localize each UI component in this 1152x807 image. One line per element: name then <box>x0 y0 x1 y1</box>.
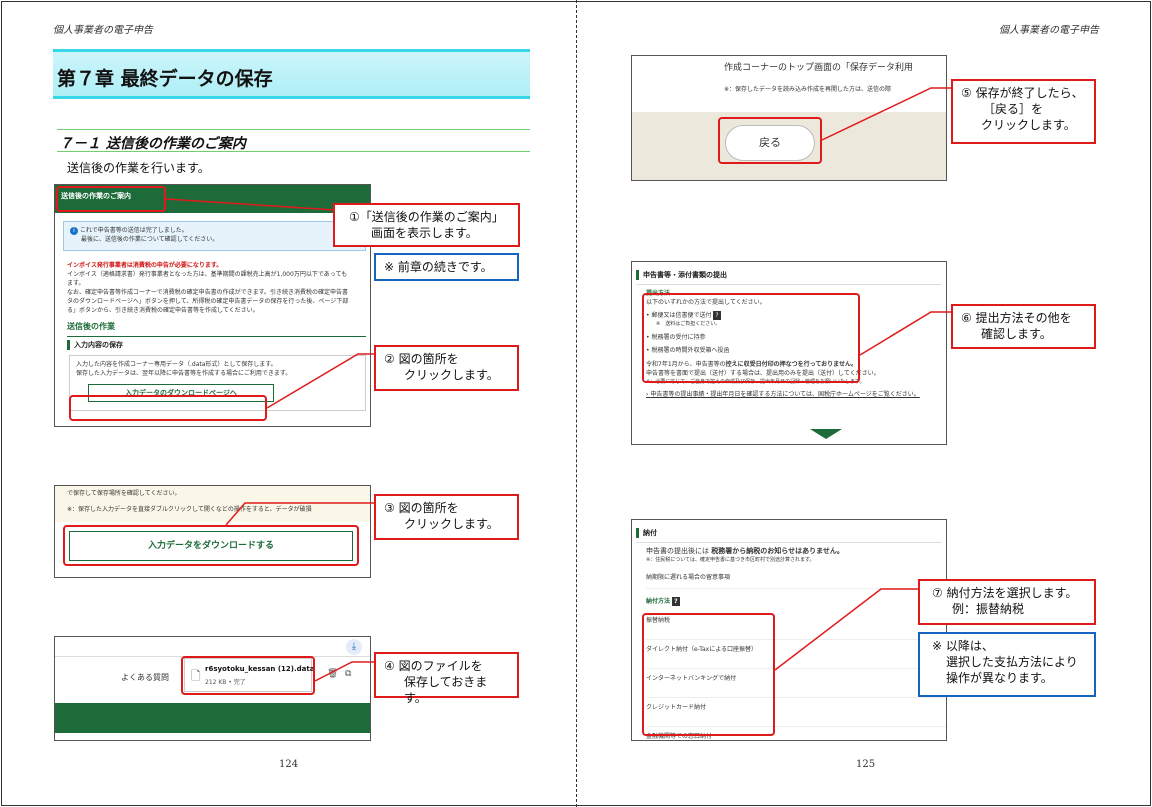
save-line2: 保存した入力データは、翌年以降に申告書等を作成する場合にご利用できます。 <box>76 370 292 377</box>
highlight-submission-method <box>642 293 860 383</box>
callout-6-line1: ⑥ 提出方法その他を <box>961 311 1072 325</box>
invoice-line2: ます。 <box>67 280 85 287</box>
callout-4-line1: ④ 図のファイルを <box>384 659 483 673</box>
callout-2: ② 図の箇所を クリックします。 <box>374 345 519 391</box>
right-page-number: 125 <box>856 759 876 770</box>
right-page-header: 個人事業者の電子申告 <box>999 25 1099 36</box>
page-green-band <box>55 703 370 733</box>
highlight-payment-methods <box>642 613 775 736</box>
note-2-line1: ※ 以降は、 <box>932 639 994 653</box>
screenshot-after-send-guide: 送信後の作業のご案内 i これで申告書等の送信は完了しました。 最後に、送信後の… <box>54 184 371 427</box>
callout-1-line2: 画面を表示します。 <box>371 226 478 240</box>
callout-7: ⑦ 納付方法を選択します。 例：振替納税 <box>918 579 1096 625</box>
info-line2: 最後に、送信後の作業について確認してください。 <box>81 236 219 243</box>
note-continued: ※ 前章の続きです。 <box>374 253 519 281</box>
shot2-top-line: で保存して保存場所を確認してください。 <box>67 490 181 497</box>
left-page-header: 個人事業者の電子申告 <box>53 25 153 36</box>
callout-5: ⑤ 保存が終了したら、 ［戻る］を クリックします。 <box>951 79 1096 144</box>
note-payment-differs: ※ 以降は、 選択した支払方法により 操作が異なります。 <box>918 632 1096 697</box>
payment-method-title: 納付方法 <box>646 598 671 605</box>
info-line1: これで申告書等の送信は完了しました。 <box>79 227 188 234</box>
callout-7-line2: 例：振替納税 <box>952 602 1025 616</box>
shot5-note-line: ※：保存したデータを読み込み作成を再開した方は、送信の際 <box>724 86 892 93</box>
info-icon: i <box>70 226 78 235</box>
callout-2-line2: クリックします。 <box>404 368 499 382</box>
save-line1: 入力した内容を作成コーナー専用データ（.data形式）として保存します。 <box>76 361 277 368</box>
callout-1-line1: ①「送信後の作業のご案内」 <box>349 210 504 224</box>
callout-3-line2: クリックします。 <box>404 517 499 531</box>
download-tray-icon[interactable]: ⤓ <box>346 639 362 655</box>
delete-icon[interactable]: 🗑 <box>327 669 338 679</box>
payment-header: 納付 <box>636 528 946 538</box>
info-box: i これで申告書等の送信は完了しました。 最後に、送信後の作業について確認してく… <box>63 221 366 251</box>
callout-6: ⑥ 提出方法その他を 確認します。 <box>951 304 1096 349</box>
down-arrow-icon <box>810 429 842 439</box>
page-divider <box>576 0 577 807</box>
payment-help-icon[interactable]: ? <box>672 597 680 606</box>
callout-6-line2: 確認します。 <box>981 327 1052 341</box>
callout-1: ①「送信後の作業のご案内」 画面を表示します。 <box>333 203 520 247</box>
shot5-top-line: 作成コーナーのトップ画面の「保存データ利用 <box>724 63 914 73</box>
callout-4-line2: 保存しておきます。 <box>404 675 488 705</box>
note-2-line2: 選択した支払方法により <box>946 655 1078 669</box>
after-work-title: 送信後の作業 <box>67 322 115 331</box>
invoice-line4: タのダウンロードページへ」ボタンを押して、所得税の確定申告書データの保存を行った… <box>67 298 349 305</box>
highlight-header <box>56 186 166 212</box>
highlight-back-button <box>718 117 822 164</box>
payment-notice-bold: 税務署から納税のお知らせはありません。 <box>711 547 844 555</box>
callout-7-line1: ⑦ 納付方法を選択します。 <box>932 586 1078 600</box>
left-page-number: 124 <box>279 759 299 770</box>
callout-5-line2: ［戻る］を <box>983 102 1044 116</box>
callout-5-line3: クリックします。 <box>981 118 1076 132</box>
callout-3-line1: ③ 図の箇所を <box>384 501 459 515</box>
input-save-label: 入力内容の保存 <box>67 340 370 350</box>
invoice-line1: インボイス（適格請求書）発行事業者となった方は、基準期間の課税売上高が1,000… <box>67 271 348 278</box>
callout-5-line1: ⑤ 保存が終了したら、 <box>961 86 1084 100</box>
late-payment-link[interactable]: 納期限に遅れる場合の留意事項 <box>646 573 946 589</box>
callout-3: ③ 図の箇所を クリックします。 <box>374 494 519 540</box>
highlight-download-page-button <box>69 395 267 421</box>
invoice-line3: なお、確定申告書等作成コーナーで消費税の確定申告書の作成ができます。引き続き消費… <box>67 289 349 296</box>
chapter-title: 第７章 最終データの保存 <box>53 49 530 99</box>
callout-2-line1: ② 図の箇所を <box>384 352 459 366</box>
confirm-method-link[interactable]: › 申告書等の提出事績・提出年月日を確認する方法については、国税庁ホームページを… <box>646 390 946 399</box>
open-external-icon[interactable]: ⧉ <box>345 669 351 679</box>
note-2-line3: 操作が異なります。 <box>946 671 1053 685</box>
highlight-download-item <box>181 656 315 695</box>
submission-header: 申告書等・添付書類の提出 <box>636 270 946 280</box>
payment-notice-prefix: 申告書の提出後には <box>646 547 709 555</box>
invoice-title: インボイス発行事業者は消費税の申告が必要になります。 <box>67 262 223 269</box>
section-title: ７－１ 送信後の作業のご案内 <box>57 129 530 152</box>
intro-text: 送信後の作業を行います。 <box>67 161 210 175</box>
payment-notice-sub: ※：住民税については、確定申告書に基づき市区町村で別途計算されます。 <box>646 557 815 563</box>
callout-4: ④ 図のファイルを 保存しておきます。 <box>374 652 519 705</box>
confirm-method-link-text: 申告書等の提出事績・提出年月日を確認する方法については、国税庁ホームページをご覧… <box>650 391 920 398</box>
invoice-line5: る」ボタンから、引き続き消費税の確定申告書等を作成してください。 <box>67 307 259 314</box>
highlight-download-button <box>63 525 359 566</box>
shot2-note-line: ※：保存した入力データを直接ダブルクリックして開くなどの操作をすると、データが破… <box>67 506 312 513</box>
faq-link[interactable]: よくある質問 <box>121 672 169 683</box>
